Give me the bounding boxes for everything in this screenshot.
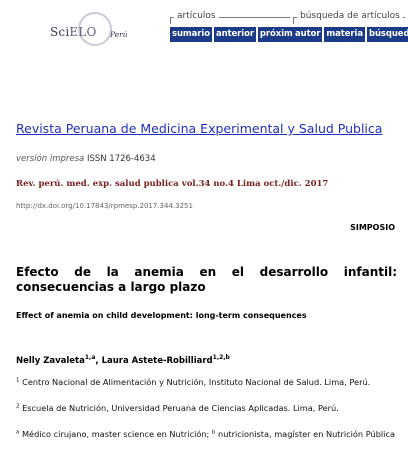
previous-button[interactable]: anterior	[213, 27, 256, 42]
articles-nav: artículos sumario anterior próximo	[170, 10, 301, 42]
subject-button[interactable]: materia	[324, 27, 365, 42]
author-name: Laura Astete-Robilliard	[101, 355, 213, 366]
author-roles: a Médico cirujano, master science en Nut…	[16, 429, 395, 439]
affiliation: 1 Centro Nacional de Alimentación y Nutr…	[16, 377, 371, 387]
issn-line: versión impresa ISSN 1726-4634	[16, 154, 156, 164]
logo-brand: SciELO	[50, 25, 97, 39]
scielo-peru-logo[interactable]: SciELO Perú	[50, 9, 150, 55]
summary-button[interactable]: sumario	[170, 27, 212, 42]
search-button[interactable]: búsqueda	[366, 27, 408, 42]
citation: Rev. perú. med. exp. salud publica vol.3…	[16, 179, 329, 189]
affiliation: 2 Escuela de Nutrición, Universidad Peru…	[16, 403, 339, 413]
section-label: SIMPOSIO	[350, 223, 395, 232]
author-button[interactable]: autor	[293, 27, 323, 42]
articles-caption: artículos	[174, 10, 219, 22]
logo-country: Perú	[110, 30, 128, 39]
doi-link[interactable]: http://dx.doi.org/10.17843/rpmesp.2017.3…	[16, 202, 193, 210]
authors: Nelly Zavaleta1,a, Laura Astete-Robillia…	[16, 354, 230, 366]
article-subtitle: Effect of anemia on child development: l…	[16, 311, 307, 320]
search-caption: búsqueda de artículos	[297, 10, 403, 22]
journal-title-link[interactable]: Revista Peruana de Medicina Experimental…	[16, 122, 396, 136]
search-nav: búsqueda de artículos autor materia búsq…	[293, 10, 408, 42]
author-name: Nelly Zavaleta	[16, 355, 85, 366]
article-title: Efecto de la anemia en el desarrollo inf…	[16, 265, 397, 294]
